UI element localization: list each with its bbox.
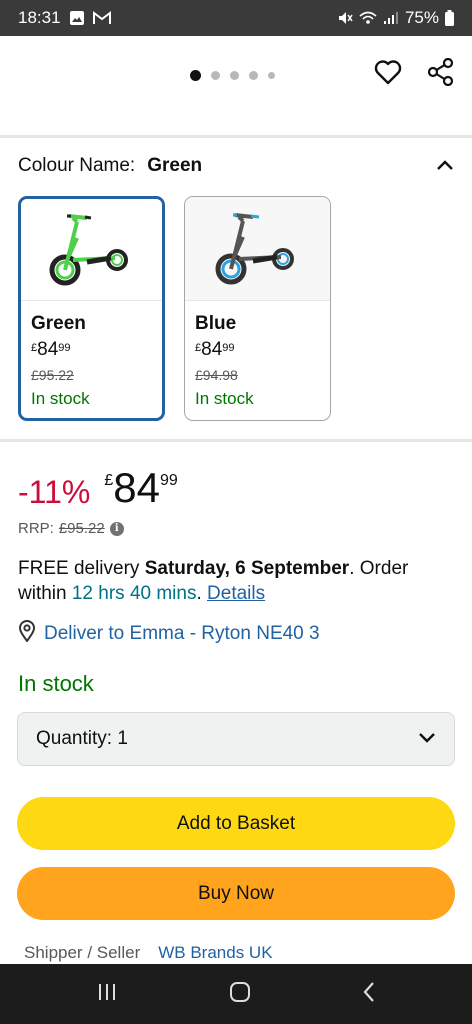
option-price-whole: 84: [37, 339, 59, 360]
delivery-message: FREE delivery Saturday, 6 September. Ord…: [18, 556, 458, 606]
delivery-date: Saturday, 6 September: [144, 558, 350, 579]
gmail-icon: [92, 11, 111, 25]
option-price: £84 99: [195, 339, 320, 361]
stock-status: In stock: [18, 671, 94, 696]
scooter-image-blue: [185, 197, 330, 301]
current-price: £84 99: [104, 466, 177, 510]
seller-row: Shipper / Seller WB Brands UK: [24, 943, 273, 963]
share-icon[interactable]: [427, 57, 454, 91]
option-was-price: £94.98: [195, 367, 238, 383]
price-currency: £: [104, 472, 114, 489]
delivery-countdown: 12 hrs 40 mins: [71, 583, 197, 604]
chevron-up-icon[interactable]: [436, 155, 454, 177]
recents-icon[interactable]: [96, 982, 118, 1007]
pager-dot-4[interactable]: [249, 71, 258, 80]
info-icon[interactable]: i: [109, 521, 124, 536]
discount-percent: -11%: [18, 474, 91, 510]
status-time: 18:31: [18, 8, 61, 27]
rrp-value: £95.22: [58, 520, 105, 537]
pager-dot-2[interactable]: [211, 71, 220, 80]
section-divider: [0, 135, 472, 138]
pager-dot-1[interactable]: [190, 70, 201, 81]
seller-label: Shipper / Seller: [24, 943, 141, 962]
option-price-fraction: 99: [222, 342, 235, 354]
heart-icon[interactable]: [374, 59, 402, 90]
add-to-basket-button[interactable]: Add to Basket: [17, 797, 455, 850]
quantity-value: 1: [117, 728, 128, 749]
chevron-down-icon: [418, 728, 436, 750]
delivery-prefix: FREE delivery: [18, 558, 140, 579]
quantity-label: Quantity:: [36, 728, 113, 749]
option-price-whole: 84: [201, 339, 223, 360]
option-price-fraction: 99: [58, 342, 71, 354]
quantity-dropdown[interactable]: Quantity: 1: [17, 712, 455, 766]
gallery-icon: [69, 10, 85, 26]
pager-dot-5[interactable]: [268, 72, 275, 79]
option-stock: In stock: [31, 389, 90, 408]
colour-option-green[interactable]: Green £84 99 £95.22 In stock: [18, 196, 165, 421]
option-name: Green: [31, 313, 86, 334]
delivery-details-link[interactable]: Details: [207, 583, 265, 604]
wifi-icon: [359, 11, 377, 25]
signal-icon: [383, 11, 399, 25]
price-whole: 84: [113, 464, 160, 511]
battery-icon: [445, 10, 454, 26]
pager-dot-3[interactable]: [230, 71, 239, 80]
option-name: Blue: [195, 313, 237, 334]
colour-option-blue[interactable]: Blue £84 99 £94.98 In stock: [184, 196, 331, 421]
home-icon[interactable]: [229, 981, 251, 1008]
section-divider: [0, 439, 472, 442]
back-icon[interactable]: [362, 981, 376, 1008]
delivery-separator: .: [196, 583, 202, 604]
deliver-to-text: Deliver to Emma - Ryton NE40 3: [44, 623, 320, 644]
option-was-price: £95.22: [31, 367, 74, 383]
price-fraction: 99: [159, 472, 178, 489]
image-pager-dots[interactable]: [190, 70, 275, 81]
battery-percent: 75%: [404, 8, 439, 27]
buy-now-button[interactable]: Buy Now: [17, 867, 455, 920]
price-block: -11% £84 99: [18, 466, 178, 511]
deliver-to-link[interactable]: Deliver to Emma - Ryton NE40 3: [18, 620, 320, 648]
colour-header[interactable]: Colour Name: Green: [18, 152, 454, 180]
rrp-label: RRP:: [18, 520, 54, 537]
rrp-row: RRP: £95.22 i: [18, 520, 124, 537]
status-bar: 18:31 75%: [0, 0, 472, 36]
mute-icon: [337, 10, 353, 26]
system-nav-bar: [0, 964, 472, 1024]
seller-name-link[interactable]: WB Brands UK: [158, 943, 272, 963]
option-stock: In stock: [195, 389, 254, 408]
location-pin-icon: [18, 620, 36, 648]
colour-selected-value: Green: [147, 155, 203, 176]
colour-label: Colour Name:: [18, 155, 136, 176]
option-price: £84 99: [31, 339, 152, 361]
scooter-image-green: [21, 199, 162, 301]
